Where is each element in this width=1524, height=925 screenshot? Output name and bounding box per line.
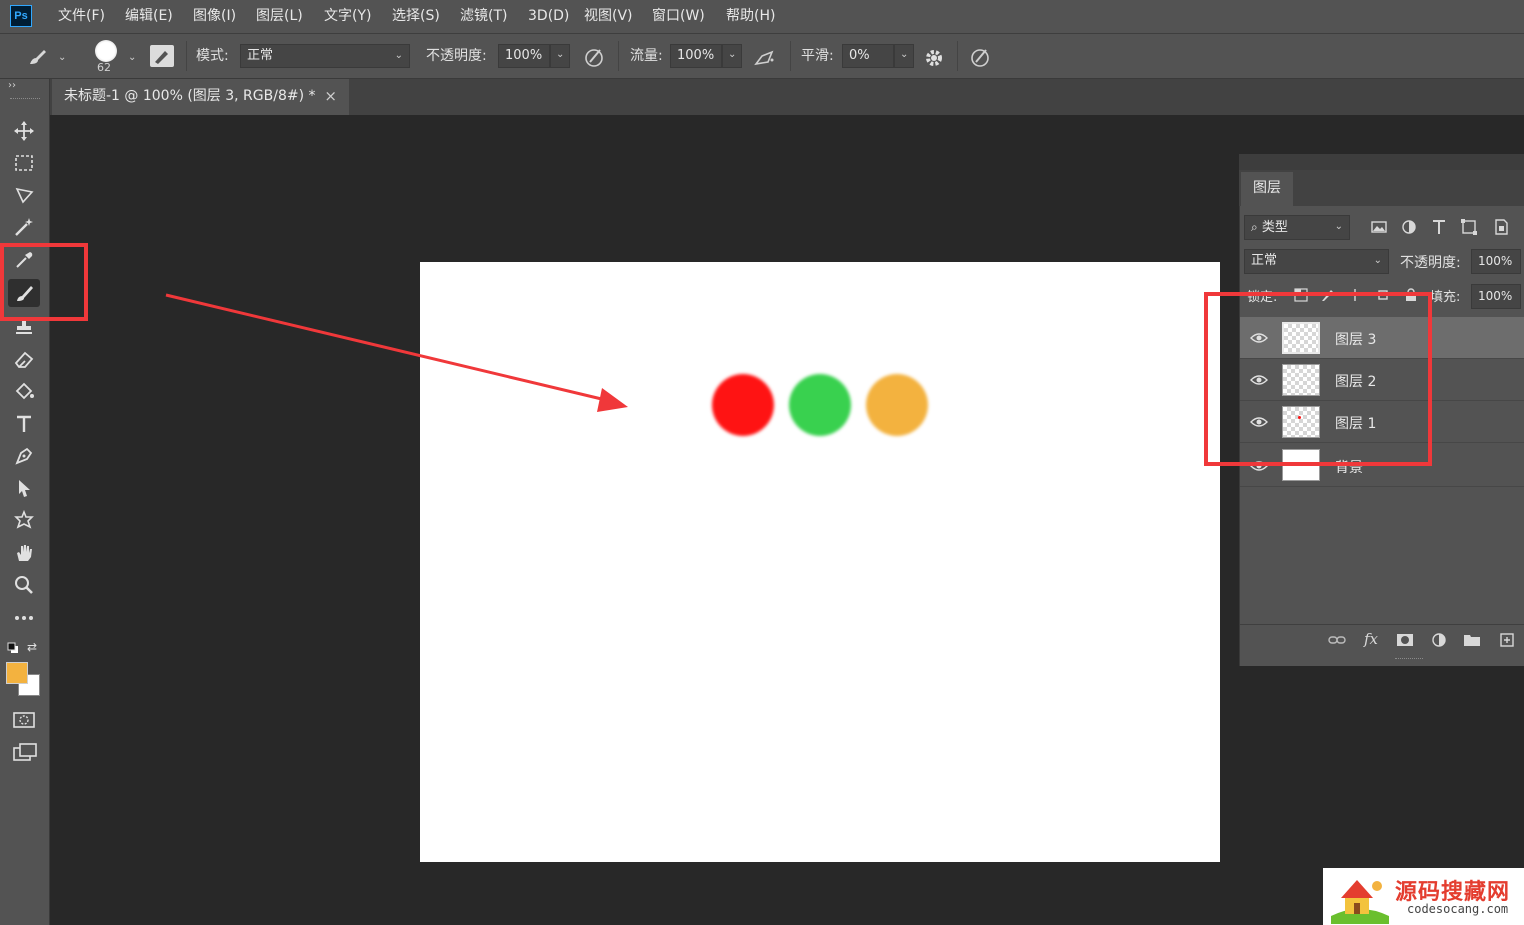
menu-view[interactable]: 视图(V) xyxy=(584,0,633,33)
mode-value: 正常 xyxy=(247,48,274,63)
pen-tool-icon[interactable] xyxy=(8,442,40,470)
toolbar-grip[interactable] xyxy=(10,98,40,102)
opacity-dropdown[interactable]: ⌄ xyxy=(550,44,570,68)
menu-layer[interactable]: 图层(L) xyxy=(256,0,303,33)
pressure-size-icon[interactable] xyxy=(968,46,992,68)
menu-select[interactable]: 选择(S) xyxy=(392,0,440,33)
flow-field[interactable]: 100% xyxy=(670,44,722,68)
filter-type-icon[interactable] xyxy=(1430,218,1448,236)
mode-label: 模式: xyxy=(196,48,229,64)
separator xyxy=(957,41,958,71)
gear-icon[interactable] xyxy=(922,46,946,70)
search-icon: ⌕ xyxy=(1251,220,1258,234)
pressure-opacity-icon[interactable] xyxy=(582,46,606,68)
collapse-icon[interactable]: ›› xyxy=(8,80,16,91)
mode-select[interactable]: 正常 ⌄ xyxy=(240,44,410,68)
smoothing-label: 平滑: xyxy=(801,48,834,64)
opacity-field[interactable]: 100% xyxy=(498,44,550,68)
annotation-layers-highlight xyxy=(1204,292,1432,466)
paint-bucket-tool-icon[interactable] xyxy=(8,378,40,406)
menu-image[interactable]: 图像(I) xyxy=(193,0,236,33)
link-layers-icon[interactable] xyxy=(1328,632,1346,648)
separator xyxy=(186,41,187,71)
airbrush-icon[interactable] xyxy=(752,46,778,68)
layer-opacity-field[interactable]: 100% xyxy=(1471,249,1521,274)
menu-filter[interactable]: 滤镜(T) xyxy=(460,0,507,33)
layer-style-icon[interactable]: fx xyxy=(1364,630,1378,648)
flow-dropdown[interactable]: ⌄ xyxy=(722,44,742,68)
watermark-url: codesocang.com xyxy=(1407,902,1509,916)
green-circle xyxy=(789,374,851,436)
filter-pixel-icon[interactable] xyxy=(1370,218,1388,236)
chevron-down-icon[interactable]: ⌄ xyxy=(128,52,136,63)
default-colors-icon[interactable] xyxy=(7,642,19,654)
path-selection-tool-icon[interactable] xyxy=(8,474,40,502)
red-circle xyxy=(712,374,774,436)
zoom-tool-icon[interactable] xyxy=(8,571,40,599)
annotation-arrow xyxy=(165,293,628,412)
tab-layers[interactable]: 图层 xyxy=(1241,172,1293,206)
type-tool-icon[interactable] xyxy=(8,410,40,438)
more-tools-icon[interactable] xyxy=(8,604,40,632)
layer-opacity-label: 不透明度: xyxy=(1400,255,1461,271)
brush-preset-icon[interactable] xyxy=(24,44,54,70)
marquee-tool-icon[interactable] xyxy=(8,149,40,177)
add-mask-icon[interactable] xyxy=(1396,632,1414,648)
close-icon[interactable]: × xyxy=(324,79,337,113)
foreground-color-swatch[interactable] xyxy=(6,662,28,684)
menu-type[interactable]: 文字(Y) xyxy=(324,0,371,33)
smoothing-field[interactable]: 0% xyxy=(842,44,894,68)
layer-filter-label: 类型 xyxy=(1261,220,1288,235)
chevron-down-icon: ⌄ xyxy=(394,50,403,61)
brush-tip-icon[interactable] xyxy=(95,40,117,62)
panel-header[interactable] xyxy=(1239,154,1524,170)
menu-file[interactable]: 文件(F) xyxy=(58,0,105,33)
blend-mode-select[interactable]: 正常 ⌄ xyxy=(1244,249,1389,274)
quick-mask-icon[interactable] xyxy=(12,710,36,730)
filter-adjustment-icon[interactable] xyxy=(1400,218,1418,236)
lasso-tool-icon[interactable] xyxy=(8,181,40,209)
hand-tool-icon[interactable] xyxy=(8,539,40,567)
smoothing-dropdown[interactable]: ⌄ xyxy=(894,44,914,68)
brush-size-value: 62 xyxy=(97,61,111,74)
menu-edit[interactable]: 编辑(E) xyxy=(125,0,173,33)
shape-tool-icon[interactable] xyxy=(8,506,40,534)
chevron-down-icon: ⌄ xyxy=(1373,255,1382,266)
orange-circle xyxy=(866,374,928,436)
layer-filter-select[interactable]: ⌕ 类型 ⌄ xyxy=(1244,215,1350,240)
blend-mode-value: 正常 xyxy=(1251,253,1278,268)
fill-field[interactable]: 100% xyxy=(1471,284,1521,309)
document-tab[interactable]: 未标题-1 @ 100% (图层 3, RGB/8#) * × xyxy=(52,79,349,115)
new-layer-icon[interactable] xyxy=(1498,632,1516,648)
app-logo[interactable]: Ps xyxy=(10,5,32,27)
opacity-label: 不透明度: xyxy=(426,48,487,64)
separator xyxy=(618,41,619,71)
eraser-tool-icon[interactable] xyxy=(8,345,40,373)
document-tab-title: 未标题-1 @ 100% (图层 3, RGB/8#) * xyxy=(64,88,316,104)
fill-label: 填充: xyxy=(1430,290,1461,305)
flow-label: 流量: xyxy=(630,48,663,64)
layers-panel-footer xyxy=(1240,624,1524,656)
menu-window[interactable]: 窗口(W) xyxy=(652,0,705,33)
chevron-down-icon: ⌄ xyxy=(1334,221,1343,232)
separator xyxy=(790,41,791,71)
move-tool-icon[interactable] xyxy=(8,117,40,145)
brush-settings-icon[interactable] xyxy=(150,45,174,67)
menu-help[interactable]: 帮助(H) xyxy=(726,0,775,33)
filter-smart-object-icon[interactable] xyxy=(1492,218,1510,236)
chevron-down-icon[interactable]: ⌄ xyxy=(58,52,66,63)
swap-colors-icon[interactable]: ⇄ xyxy=(27,640,41,654)
watermark: 源码搜藏网 codesocang.com xyxy=(1323,868,1524,925)
panel-resize-grip[interactable] xyxy=(1395,658,1423,663)
magic-wand-tool-icon[interactable] xyxy=(8,213,40,241)
adjustment-layer-icon[interactable] xyxy=(1430,632,1448,648)
screen-mode-icon[interactable] xyxy=(12,742,38,764)
folder-icon[interactable] xyxy=(1463,632,1481,648)
watermark-house-logo xyxy=(1331,880,1389,924)
filter-shape-icon[interactable] xyxy=(1460,218,1478,236)
menu-3d[interactable]: 3D(D) xyxy=(528,0,569,33)
annotation-tool-highlight xyxy=(0,243,88,321)
